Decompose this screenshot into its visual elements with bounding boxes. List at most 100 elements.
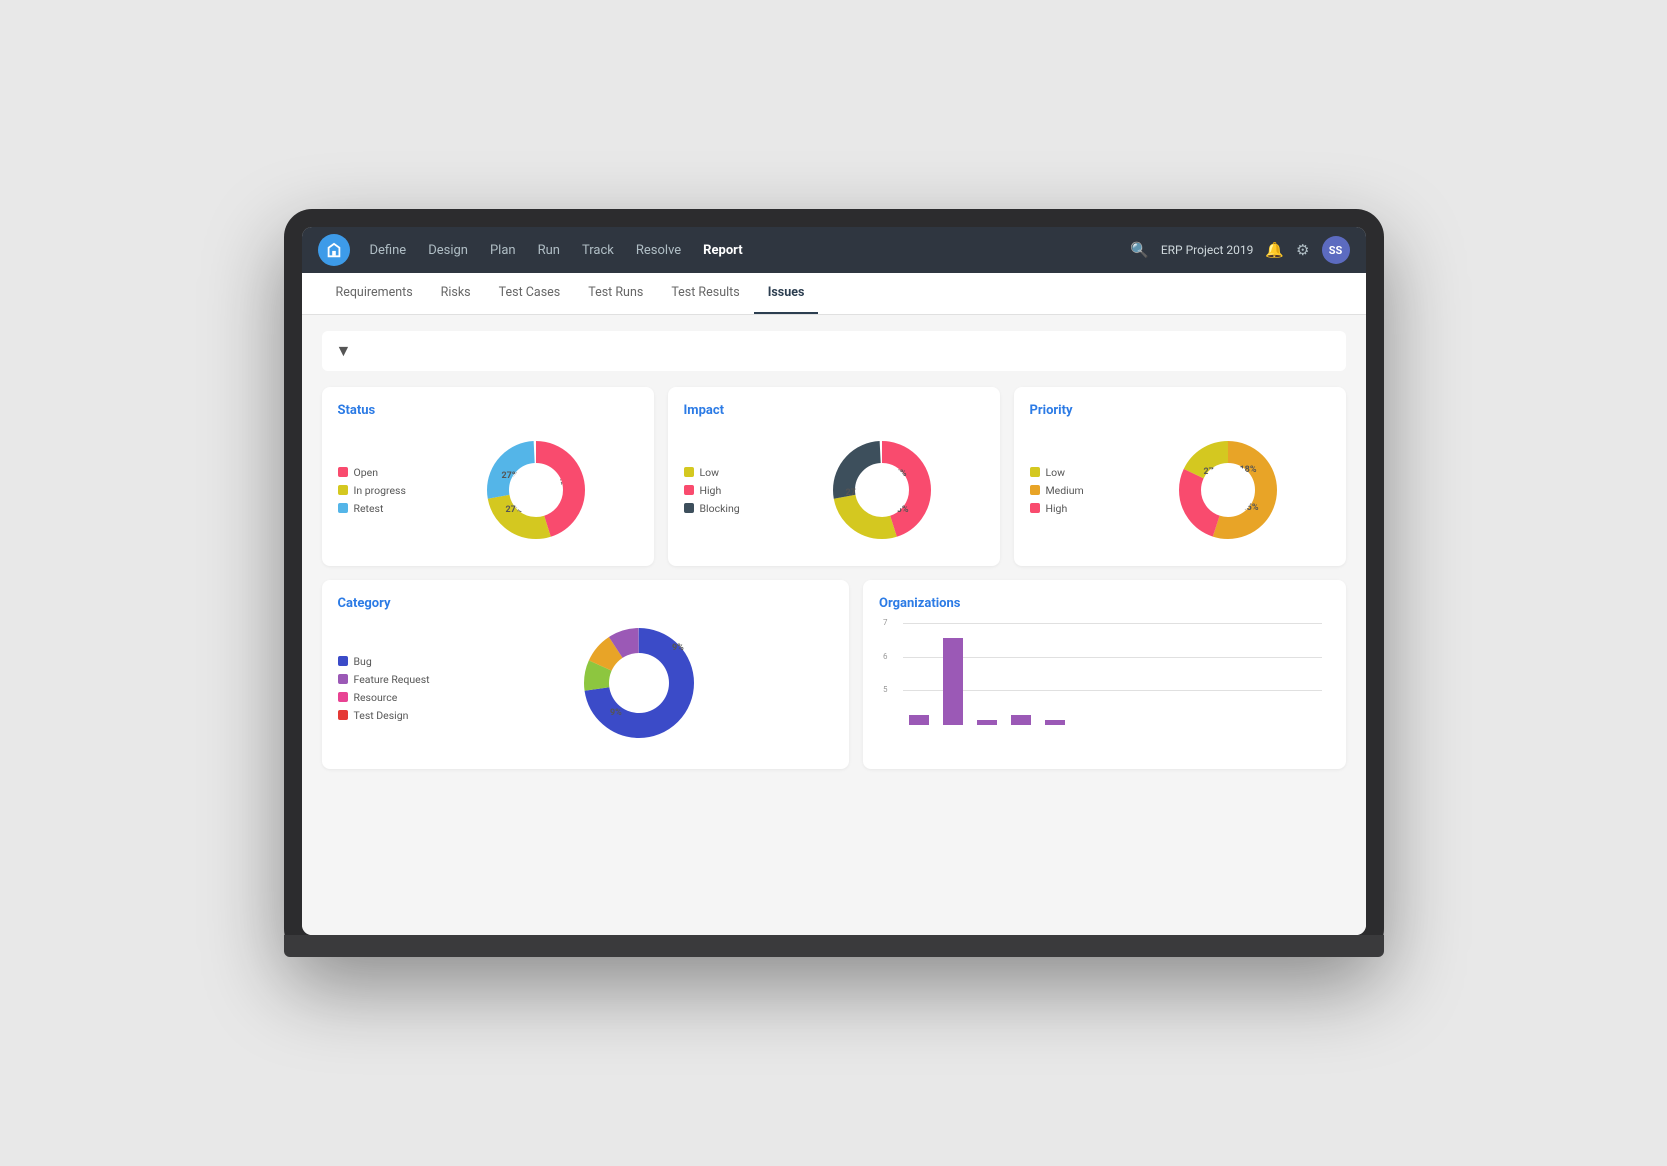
- status-legend: Open In progress Retest: [338, 466, 418, 515]
- category-chart-body: Bug Feature Request Resource: [338, 623, 834, 753]
- bar-3: [977, 720, 997, 725]
- tab-test-runs[interactable]: Test Runs: [574, 273, 657, 314]
- nav-resolve[interactable]: Resolve: [634, 239, 683, 262]
- legend-open: Open: [338, 466, 418, 479]
- y-label-5: 5: [883, 685, 888, 694]
- top-charts-row: Status Open In progress: [322, 387, 1346, 566]
- navbar: Define Design Plan Run Track Resolve Rep…: [302, 227, 1366, 273]
- svg-text:9%: 9%: [672, 643, 684, 653]
- legend-resource: Resource: [338, 691, 430, 704]
- impact-chart-body: Low High Blocking: [684, 430, 984, 550]
- legend-blocking-dot: [684, 503, 694, 513]
- y-label-7: 7: [883, 618, 888, 627]
- y-label-6: 6: [883, 652, 888, 661]
- legend-blocking-impact: Blocking: [684, 502, 764, 515]
- priority-chart-title: Priority: [1030, 403, 1330, 418]
- bars-container: [909, 623, 1321, 725]
- project-name: ERP Project 2019: [1161, 243, 1254, 257]
- impact-legend: Low High Blocking: [684, 466, 764, 515]
- legend-open-label: Open: [354, 466, 379, 479]
- impact-chart-card: Impact Low High: [668, 387, 1000, 566]
- legend-priority-medium-label: Medium: [1046, 484, 1084, 497]
- status-chart-title: Status: [338, 403, 638, 418]
- legend-priority-high-dot: [1030, 503, 1040, 513]
- nav-report[interactable]: Report: [701, 239, 744, 262]
- legend-resource-label: Resource: [354, 691, 398, 704]
- status-chart-card: Status Open In progress: [322, 387, 654, 566]
- legend-low-impact: Low: [684, 466, 764, 479]
- impact-chart-title: Impact: [684, 403, 984, 418]
- tab-issues[interactable]: Issues: [754, 273, 819, 314]
- priority-legend: Low Medium High: [1030, 466, 1110, 515]
- category-legend: Bug Feature Request Resource: [338, 655, 430, 722]
- legend-bug: Bug: [338, 655, 430, 668]
- status-donut-container: 45% 27% 27%: [434, 430, 638, 550]
- legend-priority-low-dot: [1030, 467, 1040, 477]
- legend-resource-dot: [338, 692, 348, 702]
- avatar[interactable]: SS: [1322, 236, 1350, 264]
- category-donut-container: 9% 9%: [446, 623, 833, 753]
- nav-run[interactable]: Run: [536, 239, 562, 262]
- laptop-base: [284, 935, 1384, 957]
- legend-testdesign-label: Test Design: [354, 709, 409, 722]
- legend-low-dot: [684, 467, 694, 477]
- legend-priority-medium-dot: [1030, 485, 1040, 495]
- status-chart-body: Open In progress Retest: [338, 430, 638, 550]
- legend-medium-priority: Medium: [1030, 484, 1110, 497]
- tab-test-cases[interactable]: Test Cases: [485, 273, 575, 314]
- nav-design[interactable]: Design: [426, 239, 470, 262]
- legend-bug-dot: [338, 656, 348, 666]
- legend-inprogress: In progress: [338, 484, 418, 497]
- tabs-bar: Requirements Risks Test Cases Test Runs …: [302, 273, 1366, 315]
- legend-retest: Retest: [338, 502, 418, 515]
- priority-chart-card: Priority Low Medium: [1014, 387, 1346, 566]
- nav-right: 🔍 ERP Project 2019 🔔 ⚙ SS: [1130, 236, 1349, 264]
- legend-feature: Feature Request: [338, 673, 430, 686]
- svg-text:9%: 9%: [610, 708, 622, 718]
- priority-chart-body: Low Medium High: [1030, 430, 1330, 550]
- legend-feature-dot: [338, 674, 348, 684]
- org-chart-area: 7 6 5: [879, 623, 1329, 743]
- bar-5: [1045, 720, 1065, 725]
- impact-donut-container: 45% 27% 27%: [780, 430, 984, 550]
- organizations-chart-card: Organizations 7 6 5: [863, 580, 1345, 769]
- bottom-charts-row: Category Bug Feature Request: [322, 580, 1346, 769]
- legend-low-label: Low: [700, 466, 720, 479]
- nav-define[interactable]: Define: [368, 239, 409, 262]
- legend-high-dot: [684, 485, 694, 495]
- legend-high-label: High: [700, 484, 722, 497]
- nav-items: Define Design Plan Run Track Resolve Rep…: [368, 239, 1131, 262]
- nav-track[interactable]: Track: [580, 239, 616, 262]
- content-area: ▼ Status Open: [302, 315, 1366, 935]
- logo[interactable]: [318, 234, 350, 266]
- legend-inprogress-dot: [338, 485, 348, 495]
- search-icon[interactable]: 🔍: [1130, 241, 1149, 259]
- legend-high-impact: High: [684, 484, 764, 497]
- legend-retest-dot: [338, 503, 348, 513]
- legend-testdesign-dot: [338, 710, 348, 720]
- legend-retest-label: Retest: [354, 502, 384, 515]
- settings-icon[interactable]: ⚙: [1296, 241, 1309, 259]
- legend-priority-high-label: High: [1046, 502, 1068, 515]
- notification-icon[interactable]: 🔔: [1265, 241, 1284, 259]
- organizations-chart-title: Organizations: [879, 596, 1329, 611]
- tab-test-results[interactable]: Test Results: [657, 273, 753, 314]
- legend-feature-label: Feature Request: [354, 673, 430, 686]
- legend-low-priority: Low: [1030, 466, 1110, 479]
- priority-donut-container: 55% 27% 18%: [1126, 430, 1330, 550]
- legend-inprogress-label: In progress: [354, 484, 406, 497]
- filter-icon[interactable]: ▼: [336, 341, 352, 361]
- legend-blocking-label: Blocking: [700, 502, 740, 515]
- category-chart-title: Category: [338, 596, 834, 611]
- legend-testdesign: Test Design: [338, 709, 430, 722]
- legend-priority-low-label: Low: [1046, 466, 1066, 479]
- tab-risks[interactable]: Risks: [427, 273, 485, 314]
- bar-4: [1011, 715, 1031, 725]
- bar-2: [943, 638, 963, 725]
- legend-high-priority: High: [1030, 502, 1110, 515]
- nav-plan[interactable]: Plan: [488, 239, 518, 262]
- tab-requirements[interactable]: Requirements: [322, 273, 427, 314]
- legend-open-dot: [338, 467, 348, 477]
- filter-bar: ▼: [322, 331, 1346, 371]
- category-chart-card: Category Bug Feature Request: [322, 580, 850, 769]
